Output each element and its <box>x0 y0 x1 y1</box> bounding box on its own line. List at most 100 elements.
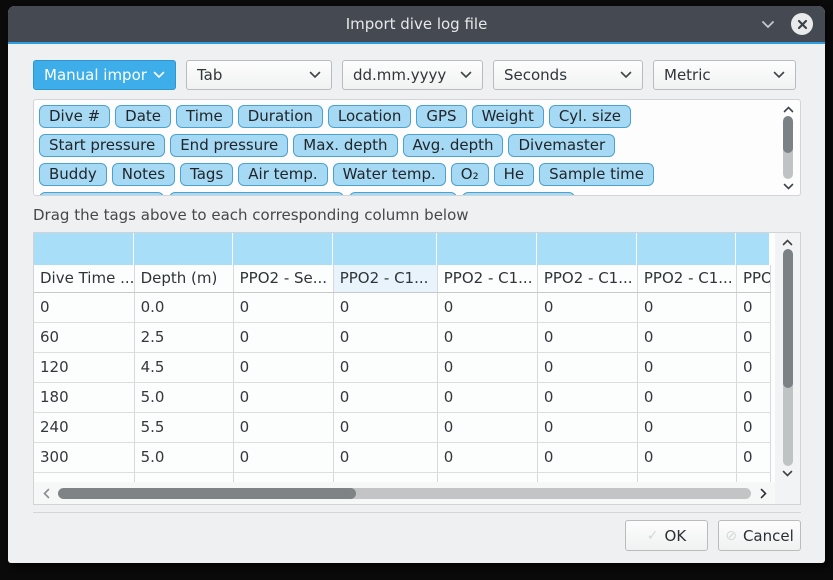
tag-pill[interactable]: Max. depth <box>293 134 397 157</box>
table-cell[interactable]: 0.0 <box>134 292 233 322</box>
table-cell[interactable]: 0 <box>333 412 437 442</box>
table-cell[interactable]: 2.5 <box>134 322 233 352</box>
tag-pill[interactable]: Sample depth <box>39 192 164 196</box>
table-cell[interactable]: 0 <box>637 442 736 472</box>
table-cell[interactable]: 0 <box>537 352 637 382</box>
table-scroll-right-icon[interactable] <box>757 488 769 498</box>
table-cell[interactable]: 0 <box>637 322 736 352</box>
time-format-select[interactable]: Seconds <box>493 60 643 90</box>
tag-pill[interactable]: Weight <box>472 105 544 128</box>
tag-pill[interactable]: Avg. depth <box>403 134 504 157</box>
table-cell[interactable]: 5.5 <box>134 412 233 442</box>
table-hscroll-thumb[interactable] <box>58 488 356 499</box>
cancel-button[interactable]: ⊘ Cancel <box>718 520 801 551</box>
tag-pill[interactable]: Buddy <box>39 163 107 186</box>
table-cell[interactable]: 120 <box>34 352 134 382</box>
table-hscroll-track[interactable] <box>58 488 751 499</box>
table-cell[interactable]: 180 <box>34 382 134 412</box>
ok-button[interactable]: ✓ OK <box>625 520 708 551</box>
table-cell[interactable]: 0 <box>333 322 437 352</box>
tag-pill[interactable]: Duration <box>238 105 323 128</box>
tag-pill[interactable]: Tags <box>180 163 233 186</box>
drop-target-cell[interactable] <box>736 233 769 265</box>
table-cell[interactable]: 0 <box>537 292 637 322</box>
drop-target-cell[interactable] <box>437 233 536 265</box>
column-header[interactable]: Depth (m) <box>134 265 233 292</box>
tags-scrollbar[interactable] <box>780 104 796 191</box>
table-cell[interactable]: 0 <box>637 292 736 322</box>
tag-pill[interactable]: Air temp. <box>238 163 327 186</box>
tag-pill[interactable]: End pressure <box>170 134 288 157</box>
column-header[interactable]: PPO2 - Se... <box>233 265 333 292</box>
table-cell[interactable]: 0 <box>736 322 770 352</box>
table-cell[interactable]: 0 <box>233 442 333 472</box>
table-cell[interactable]: 0 <box>637 382 736 412</box>
tags-scrollbar-track[interactable] <box>783 116 793 179</box>
table-cell[interactable]: 0 <box>333 382 437 412</box>
table-cell[interactable]: 0 <box>736 382 770 412</box>
table-cell[interactable]: 0 <box>233 352 333 382</box>
table-cell[interactable]: 0 <box>537 382 637 412</box>
tag-pill[interactable]: Time <box>176 105 233 128</box>
tag-pill[interactable]: Notes <box>112 163 175 186</box>
table-cell[interactable]: 0 <box>537 412 637 442</box>
table-cell[interactable]: 0 <box>437 322 537 352</box>
tag-pill[interactable]: Start pressure <box>39 134 165 157</box>
column-header[interactable]: Dive Time ... <box>34 265 134 292</box>
tag-pill[interactable]: Location <box>328 105 411 128</box>
table-cell[interactable]: 0 <box>437 352 537 382</box>
column-header[interactable]: PPO2 - C1... <box>637 265 736 292</box>
column-header[interactable]: PPO2 - C1... <box>437 265 537 292</box>
tag-pill[interactable]: GPS <box>416 105 466 128</box>
table-scroll-down-icon[interactable] <box>782 468 794 478</box>
table-vscroll-track[interactable] <box>783 249 793 466</box>
table-vertical-scrollbar[interactable] <box>775 233 800 482</box>
column-header[interactable]: PPO2 <box>736 265 770 292</box>
table-cell[interactable]: 0 <box>34 292 134 322</box>
date-format-select[interactable]: dd.mm.yyyy <box>342 60 483 90</box>
table-scroll-up-icon[interactable] <box>782 237 794 247</box>
table-cell[interactable]: 240 <box>34 412 134 442</box>
units-select[interactable]: Metric <box>653 60 796 90</box>
drop-target-cell[interactable] <box>34 233 133 265</box>
table-cell[interactable]: 0 <box>233 382 333 412</box>
table-cell[interactable]: 60 <box>34 322 134 352</box>
table-cell[interactable]: 0 <box>437 292 537 322</box>
tag-pill[interactable]: Date <box>115 105 171 128</box>
table-horizontal-scrollbar[interactable] <box>34 482 775 504</box>
tag-pill[interactable]: Divemaster <box>508 134 615 157</box>
table-cell[interactable]: 0 <box>736 352 770 382</box>
table-cell[interactable]: 0 <box>233 292 333 322</box>
table-cell[interactable]: 0 <box>537 322 637 352</box>
table-cell[interactable]: 0 <box>437 442 537 472</box>
table-cell[interactable]: 5.0 <box>134 382 233 412</box>
drop-target-cell[interactable] <box>637 233 735 265</box>
table-cell[interactable]: 0 <box>736 442 770 472</box>
table-cell[interactable]: 0 <box>333 352 437 382</box>
column-header[interactable]: PPO2 - C1... <box>333 265 437 292</box>
scroll-up-icon[interactable] <box>782 104 794 114</box>
table-cell[interactable]: 4.5 <box>134 352 233 382</box>
tag-pill[interactable]: Sample time <box>539 163 654 186</box>
scroll-down-icon[interactable] <box>782 181 794 191</box>
table-vscroll-thumb[interactable] <box>783 249 793 388</box>
drop-target-cell[interactable] <box>134 233 232 265</box>
table-cell[interactable]: 0 <box>233 322 333 352</box>
table-cell[interactable]: 0 <box>333 442 437 472</box>
drop-target-cell[interactable] <box>333 233 436 265</box>
tags-scrollbar-thumb[interactable] <box>783 116 793 153</box>
tag-pill[interactable]: Sample temperature <box>169 192 344 196</box>
table-cell[interactable]: 0 <box>637 412 736 442</box>
table-scroll-left-icon[interactable] <box>40 488 52 498</box>
tag-pill[interactable]: Dive # <box>39 105 110 128</box>
table-cell[interactable]: 0 <box>437 412 537 442</box>
table-cell[interactable]: 0 <box>333 292 437 322</box>
titlebar-menu-chevron-icon[interactable] <box>759 17 777 31</box>
tag-pill[interactable]: He <box>494 163 535 186</box>
table-cell[interactable]: 0 <box>537 442 637 472</box>
tag-pill[interactable]: O₂ <box>451 163 489 186</box>
table-cell[interactable]: 0 <box>736 412 770 442</box>
table-cell[interactable]: 0 <box>637 352 736 382</box>
table-cell[interactable]: 5.0 <box>134 442 233 472</box>
drop-target-cell[interactable] <box>537 233 636 265</box>
